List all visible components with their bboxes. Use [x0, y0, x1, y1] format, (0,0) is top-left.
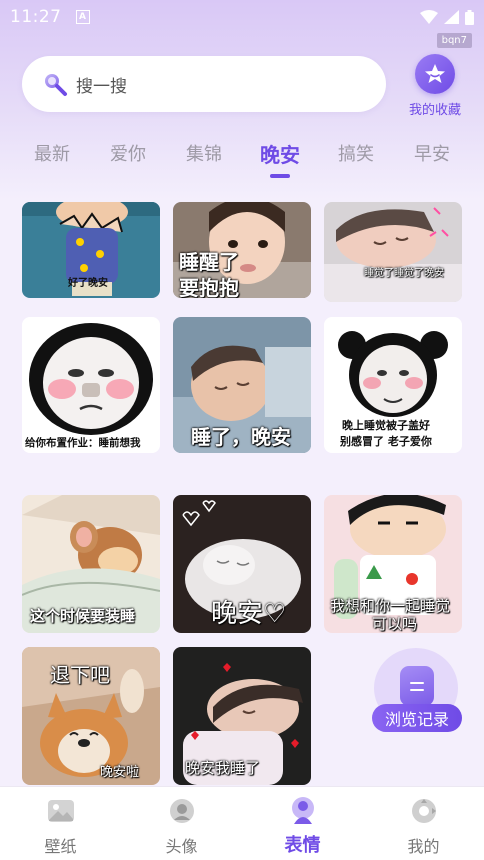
sticker-baby-in-arms[interactable]: 晚安我睡了	[173, 647, 311, 785]
nav-profile[interactable]: 我的	[363, 787, 484, 860]
nav-profile-label: 我的	[407, 837, 440, 856]
nav-avatar-label: 头像	[165, 837, 198, 856]
sticker-caption-line2: 别感冒了 老子爱你	[340, 435, 432, 448]
sticker-caption: 晚安啦	[100, 765, 140, 780]
baby-sleeping-image	[324, 202, 462, 302]
star-icon	[425, 64, 445, 83]
favorites-label: 我的收藏	[408, 103, 461, 118]
sticker-caption: 睡了，晚安	[191, 425, 291, 449]
sticker-caption: 好了晚安	[68, 278, 108, 289]
wifi-icon	[420, 10, 438, 24]
nav-wallpaper-label: 壁纸	[44, 837, 77, 856]
sticker-baby-sleeping[interactable]: 睡觉了睡觉了晚安	[324, 202, 462, 302]
panda-homework-image	[22, 317, 160, 453]
sticker-shinchan-sleep[interactable]: 我想和你一起睡觉 可以吗	[324, 495, 462, 633]
wallpaper-icon	[47, 797, 75, 825]
status-time: 11:27	[10, 7, 62, 27]
sticker-caption: 这个时候要装睡	[30, 607, 136, 625]
sticker-caption: 晚安我睡了	[185, 759, 261, 777]
nav-avatar[interactable]: 头像	[121, 787, 242, 860]
sticker-caption: 晚安♡	[211, 599, 287, 629]
tab-love[interactable]: 爱你	[98, 140, 158, 180]
sticker-caption-line1: 晚上睡觉被子盖好	[342, 419, 430, 432]
favorites-button[interactable]: 我的收藏	[400, 54, 470, 118]
tab-collection[interactable]: 集锦	[174, 140, 234, 180]
sticker-cat-goodnight[interactable]: 晚安♡	[173, 495, 311, 633]
nav-wallpaper[interactable]: 壁纸	[0, 787, 121, 860]
battery-icon	[465, 9, 474, 25]
nav-sticker[interactable]: 表情	[242, 787, 363, 860]
favorites-circle	[415, 54, 455, 94]
sticker-baby-awake[interactable]: 睡醒了 要抱抱	[173, 202, 311, 298]
status-bar: 11:27 A	[0, 0, 484, 34]
signal-icon	[444, 10, 459, 24]
avatar-icon	[168, 797, 196, 825]
sticker-shiba-dismissed[interactable]: 退下吧 晚安啦	[22, 647, 160, 785]
search-icon	[45, 74, 67, 96]
history-icon	[400, 666, 434, 706]
sticker-icon	[289, 797, 317, 825]
sticker-jerry-sleep[interactable]: 这个时候要装睡	[22, 495, 160, 633]
tab-goodnight[interactable]: 晚安	[250, 140, 310, 180]
category-tabs: 最新 爱你 集锦 晚安 搞笑 早安	[22, 140, 462, 180]
sticker-baby-goodnight[interactable]: 睡了，晚安	[173, 317, 311, 453]
sticker-cartoon-sleeping[interactable]: 好了晚安	[22, 202, 160, 298]
sticker-caption-line2: 可以吗	[372, 615, 418, 633]
profile-icon	[410, 797, 438, 825]
sticker-caption-top: 退下吧	[50, 663, 110, 687]
sticker-caption-line2: 要抱抱	[179, 276, 239, 298]
browse-history-button[interactable]: 浏览记录	[372, 648, 462, 736]
sticker-caption: 给你布置作业：睡前想我	[25, 437, 141, 449]
search-input[interactable]: 搜一搜	[76, 72, 127, 97]
tab-latest[interactable]: 最新	[22, 140, 82, 180]
debug-tag: bqn7	[436, 33, 472, 48]
sticker-caption-line1: 睡醒了	[179, 250, 239, 274]
notification-icon: A	[75, 10, 90, 24]
search-bar[interactable]: 搜一搜	[22, 56, 386, 112]
bottom-navigation: 壁纸 头像 表情 我的	[0, 786, 484, 860]
nav-sticker-label: 表情	[284, 835, 321, 856]
sticker-panda-homework[interactable]: 给你布置作业：睡前想我	[22, 317, 160, 453]
tab-good-morning[interactable]: 早安	[402, 140, 462, 180]
sticker-caption: 睡觉了睡觉了晚安	[364, 268, 444, 279]
tab-funny[interactable]: 搞笑	[326, 140, 386, 180]
sticker-panda-blanket[interactable]: 晚上睡觉被子盖好 别感冒了 老子爱你	[324, 317, 462, 453]
browse-history-label: 浏览记录	[372, 704, 462, 732]
